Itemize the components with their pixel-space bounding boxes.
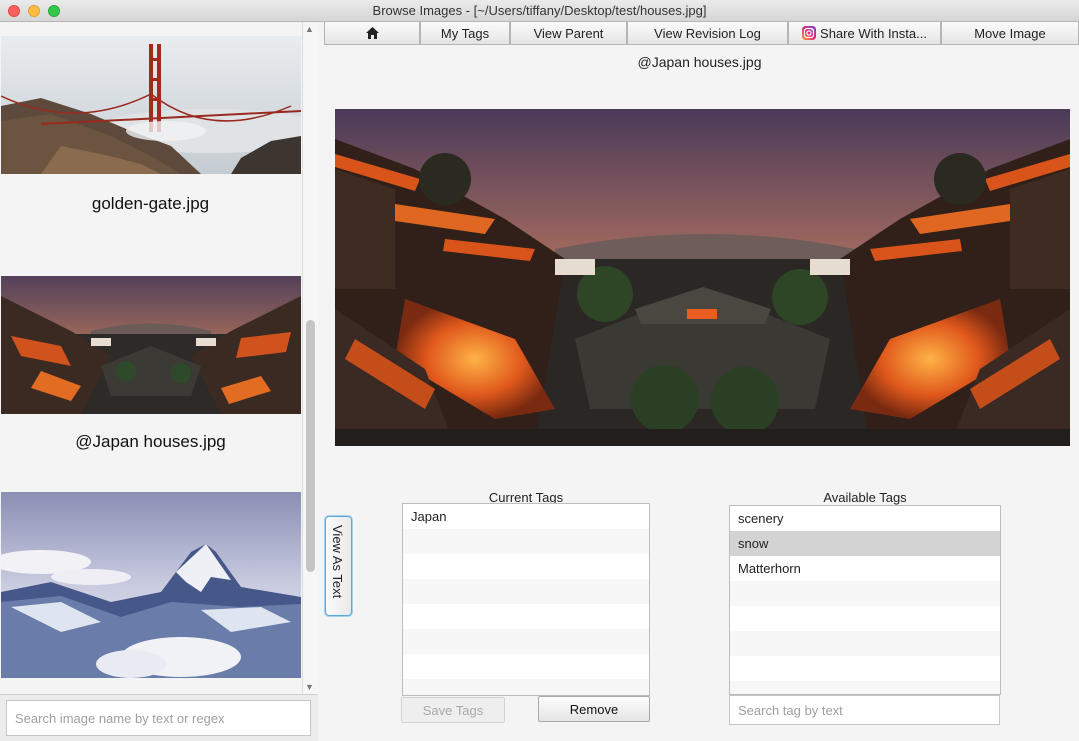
view-as-text-tab[interactable]: View As Text (325, 516, 352, 616)
empty-row (730, 681, 1000, 694)
available-tags-list[interactable]: scenery snow Matterhorn (729, 505, 1001, 695)
home-button[interactable] (324, 22, 420, 45)
view-revision-log-button[interactable]: View Revision Log (627, 22, 788, 45)
available-tag-item-selected[interactable]: snow (730, 531, 1000, 556)
remove-tag-button[interactable]: Remove (538, 696, 650, 722)
available-tags-title: Available Tags (823, 490, 907, 505)
chevron-down-icon[interactable]: ▼ (305, 682, 314, 692)
list-item[interactable]: @Japan houses.jpg (0, 272, 301, 492)
view-parent-button[interactable]: View Parent (510, 22, 627, 45)
golden-gate-bridge-photo (1, 36, 301, 174)
image-name-label: golden-gate.jpg (91, 194, 210, 213)
image-search-input[interactable] (6, 700, 311, 736)
available-tag-item[interactable]: Matterhorn (730, 556, 1000, 581)
empty-row (403, 679, 649, 695)
scrollbar-thumb[interactable] (306, 320, 315, 572)
japan-houses-photo (1, 276, 301, 414)
chevron-up-icon[interactable]: ▲ (305, 24, 314, 34)
close-window-button[interactable] (8, 5, 20, 17)
image-browser-panel: golden-gate.jpg @Japan houses.jpg ▲ ▼ Se… (0, 22, 318, 741)
current-tag-item[interactable]: Japan (403, 504, 649, 529)
empty-row (403, 529, 649, 554)
empty-row (730, 606, 1000, 631)
toolbar: My Tags View Parent View Revision Log Sh… (324, 22, 1079, 45)
current-tags-list[interactable]: Japan (402, 503, 650, 696)
image-name-label: @Japan houses.jpg (75, 432, 226, 451)
image-viewer-panel: My Tags View Parent View Revision Log Sh… (320, 22, 1079, 741)
tag-search-input[interactable] (729, 695, 1000, 725)
image-title: @Japan houses.jpg (637, 54, 762, 70)
empty-row (730, 581, 1000, 606)
empty-row (730, 631, 1000, 656)
empty-row (403, 629, 649, 654)
zoom-window-button[interactable] (48, 5, 60, 17)
share-instagram-button[interactable]: Share With Insta... (788, 22, 941, 45)
image-list-scrollbar[interactable]: ▲ ▼ (302, 22, 318, 694)
main-image-japan-houses (335, 109, 1070, 446)
list-item[interactable] (0, 492, 301, 694)
image-list[interactable]: golden-gate.jpg @Japan houses.jpg (0, 22, 318, 694)
view-as-text-label: View As Text (330, 525, 345, 599)
empty-row (403, 654, 649, 679)
move-image-button[interactable]: Move Image (941, 22, 1079, 45)
save-tags-button[interactable]: Save Tags (401, 697, 505, 723)
minimize-window-button[interactable] (28, 5, 40, 17)
image-search-area (0, 694, 318, 741)
my-tags-button[interactable]: My Tags (420, 22, 510, 45)
list-item[interactable]: golden-gate.jpg (0, 22, 301, 272)
instagram-icon (802, 26, 817, 40)
title-bar: Browse Images - [~/Users/tiffany/Desktop… (0, 0, 1079, 22)
home-icon (365, 27, 379, 39)
empty-row (403, 579, 649, 604)
empty-row (730, 656, 1000, 681)
share-button-label: Share With Insta... (820, 25, 927, 41)
matterhorn-mountain-photo (1, 492, 301, 678)
browse-images-window: Browse Images - [~/Users/tiffany/Desktop… (0, 0, 1079, 741)
empty-row (403, 554, 649, 579)
empty-row (403, 604, 649, 629)
window-title: Browse Images - [~/Users/tiffany/Desktop… (372, 3, 707, 18)
available-tag-item[interactable]: scenery (730, 506, 1000, 531)
